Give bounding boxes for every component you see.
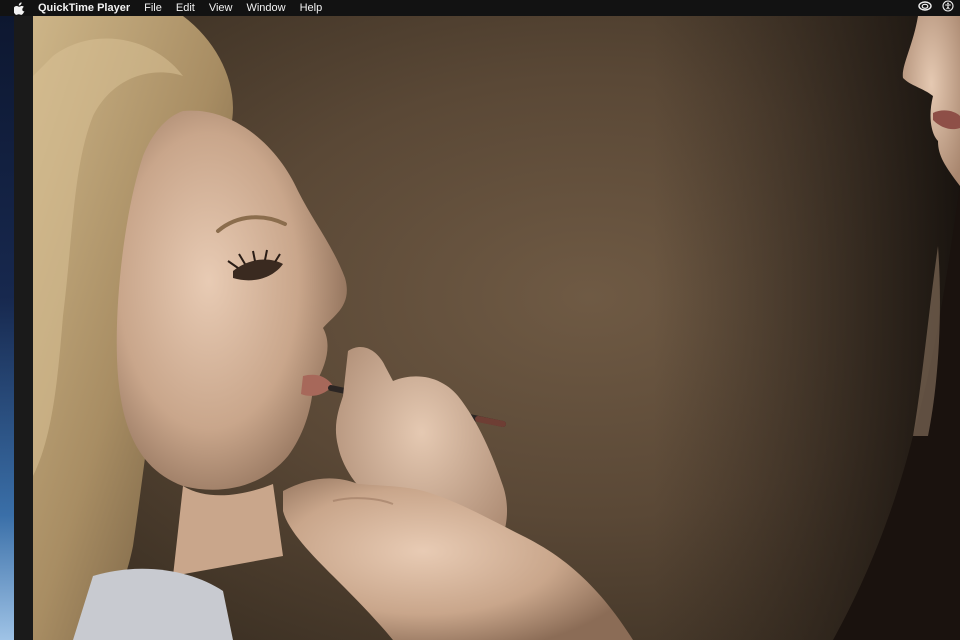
- video-frame[interactable]: [33, 16, 960, 640]
- apple-icon[interactable]: [12, 0, 26, 16]
- menu-bar: QuickTime Player File Edit View Window H…: [0, 0, 960, 16]
- menu-window[interactable]: Window: [246, 0, 285, 16]
- creative-cloud-icon[interactable]: [918, 0, 932, 16]
- menu-edit[interactable]: Edit: [176, 0, 195, 16]
- status-menus: [918, 0, 954, 16]
- video-frame-image: [33, 16, 960, 640]
- menu-file[interactable]: File: [144, 0, 162, 16]
- accessibility-icon[interactable]: [942, 0, 954, 17]
- menu-help[interactable]: Help: [300, 0, 323, 16]
- menu-app-name[interactable]: QuickTime Player: [38, 0, 130, 16]
- menu-view[interactable]: View: [209, 0, 233, 16]
